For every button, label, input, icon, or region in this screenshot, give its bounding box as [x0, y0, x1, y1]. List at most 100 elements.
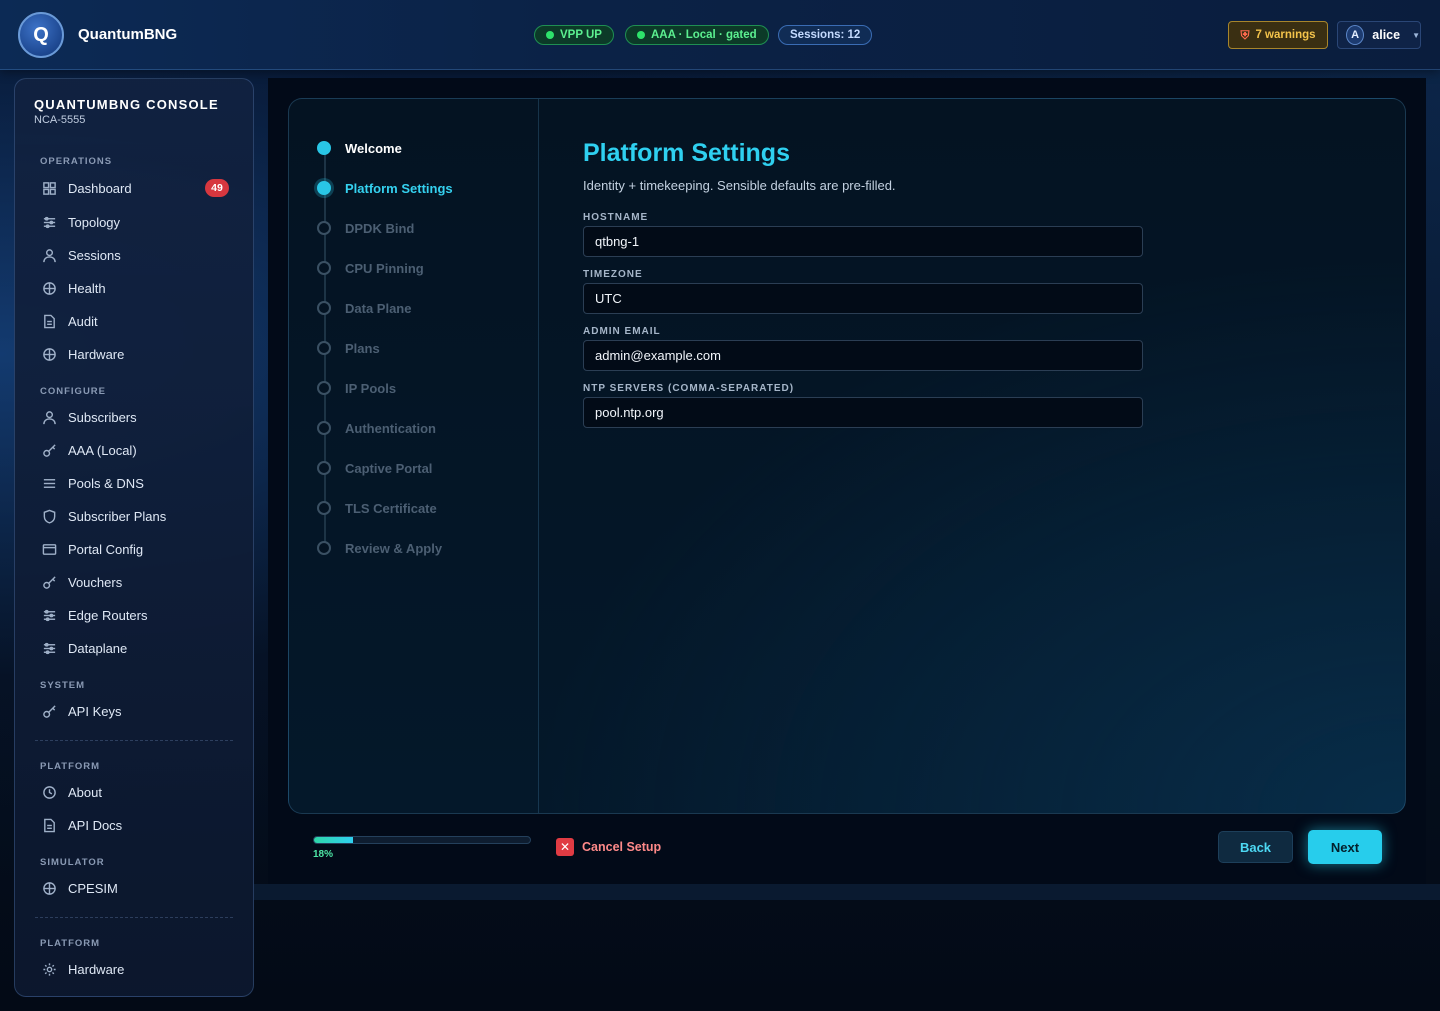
- sidebar-item-about[interactable]: About: [27, 778, 243, 806]
- section-simulator: SIMULATOR: [40, 857, 105, 868]
- status-dot-icon: [546, 31, 554, 39]
- logo-letter: Q: [33, 23, 49, 46]
- section-system: SYSTEM: [40, 680, 86, 691]
- sidebar-item-hardware-2[interactable]: Hardware: [27, 955, 243, 983]
- shield-icon: [41, 508, 57, 524]
- sidebar-item-api-docs[interactable]: API Docs: [27, 811, 243, 839]
- sidebar-item-label: About: [68, 784, 102, 800]
- sidebar-item-label: Audit: [68, 313, 98, 329]
- step-welcome[interactable]: Welcome: [317, 138, 402, 158]
- sidebar-item-dashboard[interactable]: Dashboard 49: [27, 174, 243, 202]
- status-pill-sessions: Sessions: 12: [778, 25, 873, 45]
- sidebar-item-subscriber-plans[interactable]: Subscriber Plans: [27, 502, 243, 530]
- sidebar-item-dataplane[interactable]: Dataplane: [27, 634, 243, 662]
- step-tls-certificate[interactable]: TLS Certificate: [317, 498, 437, 518]
- document-icon: [41, 817, 57, 833]
- sidebar-item-sessions[interactable]: Sessions: [27, 241, 243, 269]
- sidebar-item-label: AAA (Local): [68, 442, 137, 458]
- step-marker-icon: [317, 381, 331, 395]
- main-content: Welcome Platform Settings DPDK Bind CPU …: [268, 78, 1426, 884]
- sidebar-item-aaa[interactable]: AAA (Local): [27, 436, 243, 464]
- hostname-field[interactable]: [583, 226, 1143, 257]
- sidebar-item-label: Portal Config: [68, 541, 144, 557]
- user-icon: [41, 247, 57, 263]
- step-label: DPDK Bind: [345, 220, 415, 236]
- sidebar-item-label: API Keys: [68, 703, 122, 719]
- globe-icon: [41, 346, 57, 362]
- status-pill-label: VPP UP: [560, 29, 602, 41]
- step-marker-icon: [317, 461, 331, 475]
- sidebar-item-label: Subscribers: [68, 409, 137, 425]
- sidebar-item-health[interactable]: Health: [27, 274, 243, 302]
- step-label: TLS Certificate: [345, 500, 437, 516]
- step-authentication[interactable]: Authentication: [317, 418, 436, 438]
- page-title: Platform Settings: [583, 139, 790, 167]
- timezone-field[interactable]: [583, 283, 1143, 314]
- step-marker-icon: [317, 541, 331, 555]
- console-title: QUANTUMBNG CONSOLE: [34, 97, 219, 112]
- wizard-steps: Welcome Platform Settings DPDK Bind CPU …: [289, 99, 539, 813]
- logo[interactable]: Q: [18, 12, 64, 58]
- section-configure: CONFIGURE: [40, 386, 106, 397]
- section-platform-2: PLATFORM: [40, 938, 101, 949]
- step-marker-icon: [317, 221, 331, 235]
- sidebar-item-audit[interactable]: Audit: [27, 307, 243, 335]
- globe-icon: [41, 880, 57, 896]
- sidebar-item-pools[interactable]: Pools & DNS: [27, 469, 243, 497]
- admin-email-field[interactable]: [583, 340, 1143, 371]
- sidebar-item-hardware[interactable]: Hardware: [27, 340, 243, 368]
- next-button[interactable]: Next: [1308, 830, 1382, 864]
- sidebar-item-label: Topology: [68, 214, 121, 230]
- sidebar-item-label: API Docs: [68, 817, 123, 833]
- sidebar-item-label: Pools & DNS: [68, 475, 144, 491]
- step-data-plane[interactable]: Data Plane: [317, 298, 411, 318]
- ntp-servers-field[interactable]: [583, 397, 1143, 428]
- sidebar-item-subscribers[interactable]: Subscribers: [27, 403, 243, 431]
- sidebar-item-label: Vouchers: [68, 574, 123, 590]
- sidebar-item-edge-routers[interactable]: Edge Routers: [27, 601, 243, 629]
- sidebar-item-api-keys[interactable]: API Keys: [27, 697, 243, 725]
- sliders-icon: [41, 607, 57, 623]
- step-ip-pools[interactable]: IP Pools: [317, 378, 396, 398]
- step-captive-portal[interactable]: Captive Portal: [317, 458, 432, 478]
- back-button[interactable]: Back: [1218, 831, 1293, 863]
- ntp-servers-label: NTP SERVERS (COMMA-SEPARATED): [583, 383, 795, 394]
- sidebar-item-label: Sessions: [68, 247, 121, 263]
- step-label: Welcome: [345, 140, 402, 156]
- step-dpdk-bind[interactable]: DPDK Bind: [317, 218, 414, 238]
- status-pill-label: Sessions: 12: [790, 29, 861, 41]
- step-marker-icon: [317, 421, 331, 435]
- step-platform-settings[interactable]: Platform Settings: [317, 178, 453, 198]
- section-operations: OPERATIONS: [40, 156, 113, 167]
- step-label: Authentication: [345, 420, 436, 436]
- step-review-apply[interactable]: Review & Apply: [317, 538, 442, 558]
- sidebar-item-label: Edge Routers: [68, 607, 148, 623]
- step-label: Review & Apply: [345, 540, 443, 556]
- platform-settings-form: Platform Settings Identity + timekeeping…: [583, 99, 1383, 813]
- admin-email-label: ADMIN EMAIL: [583, 326, 661, 337]
- step-marker-icon: [317, 261, 331, 275]
- step-marker-icon: [317, 141, 331, 155]
- page-subtitle: Identity + timekeeping. Sensible default…: [583, 178, 896, 193]
- cancel-setup-label: Cancel Setup: [582, 840, 662, 854]
- hostname-label: HOSTNAME: [583, 212, 649, 223]
- sidebar-item-label: CPESIM: [68, 880, 118, 896]
- step-plans[interactable]: Plans: [317, 338, 380, 358]
- clock-icon: [41, 784, 57, 800]
- sidebar-item-vouchers[interactable]: Vouchers: [27, 568, 243, 596]
- brand-name: QuantumBNG: [78, 26, 178, 43]
- sidebar-item-label: Dashboard: [68, 180, 132, 196]
- sidebar-item-topology[interactable]: Topology: [27, 208, 243, 236]
- step-label: CPU Pinning: [345, 260, 424, 276]
- warnings-button[interactable]: ⛨ 7 warnings: [1228, 21, 1328, 49]
- sidebar-item-cpesim[interactable]: CPESIM: [27, 874, 243, 902]
- sidebar-item-label: Hardware: [68, 961, 125, 977]
- user-menu[interactable]: A alice ▼: [1337, 21, 1421, 49]
- cancel-setup-button[interactable]: ✕ Cancel Setup: [556, 838, 661, 856]
- status-pill-aaa: AAA · Local · gated: [625, 25, 769, 45]
- step-cpu-pinning[interactable]: CPU Pinning: [317, 258, 424, 278]
- setup-wizard: Welcome Platform Settings DPDK Bind CPU …: [288, 98, 1406, 814]
- grid-icon: [41, 180, 57, 196]
- sidebar-item-label: Subscriber Plans: [68, 508, 167, 524]
- sidebar-item-portal-config[interactable]: Portal Config: [27, 535, 243, 563]
